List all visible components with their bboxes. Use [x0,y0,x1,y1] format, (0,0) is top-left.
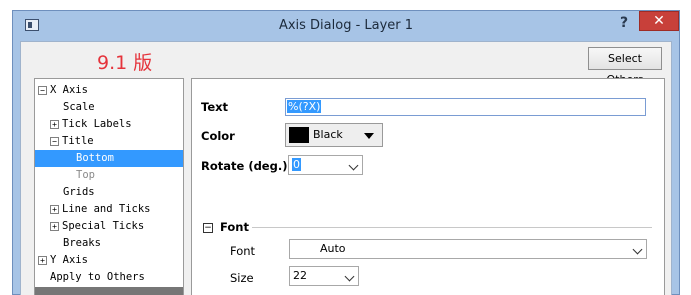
color-label: Color [201,129,235,143]
collapse-icon[interactable]: − [203,223,213,233]
tree-item-y-axis[interactable]: + Y Axis [38,252,88,269]
close-button[interactable]: ✕ [639,11,679,31]
tree-item-scale[interactable]: Scale [63,99,95,116]
chevron-down-icon [344,271,355,282]
size-dropdown[interactable]: 22 [289,266,359,286]
dialog-client-area: 9.1 版 Select Others −X Axis Scale +Tick … [20,41,672,295]
text-input-value: %(?X) [287,100,322,113]
tree-item-label: Top [76,169,95,181]
tree-item-breaks[interactable]: Breaks [63,235,101,252]
tree-item-grids[interactable]: Grids [63,184,95,201]
collapse-icon[interactable]: − [38,85,47,95]
axis-tree: − X Axis Scale + Tick Labels − Title Bottom… [34,78,184,295]
color-dropdown[interactable]: Black [285,123,383,147]
tree-item-label: Breaks [63,237,101,249]
axis-dialog-window: Axis Dialog - Layer 1 ? ✕ 9.1 版 Select O… [12,10,680,295]
tree-item-label: Y Axis [50,254,88,266]
rotate-label: Rotate (deg.) [201,159,288,173]
tree-item-x-axis[interactable]: − X Axis [38,82,88,99]
chevron-down-icon [348,160,359,171]
text-input[interactable]: %(?X) [285,98,646,116]
tree-item-label: Line and Ticks [62,203,151,215]
tree-item-label: Bottom [76,152,114,164]
chevron-down-icon [632,244,643,255]
font-section-title: Font [220,220,249,234]
tree-item-top[interactable]: Top [76,167,95,184]
section-divider [252,227,652,228]
rotate-value: 0 [292,158,301,171]
settings-panel: Text %(?X) Color Black Rotate (deg.) 0 −… [191,78,665,295]
expand-icon[interactable]: + [50,204,59,214]
select-others-button[interactable]: Select Others [588,47,662,86]
dropdown-arrow-icon [364,133,374,139]
title-bar[interactable]: Axis Dialog - Layer 1 ? ✕ [13,11,679,41]
window-title: Axis Dialog - Layer 1 [278,18,414,33]
version-label: 9.1 版 [97,52,153,74]
collapse-icon[interactable]: − [50,136,59,146]
color-value: Black [313,128,343,141]
tree-item-apply-to-others[interactable]: Apply to Others [50,269,145,286]
font-dropdown[interactable]: Auto [289,239,647,259]
tree-item-bottom[interactable]: Bottom [35,150,183,167]
tree-item-special-ticks[interactable]: + Special Ticks [50,218,144,235]
text-label: Text [201,100,229,114]
rotate-dropdown[interactable]: 0 [288,155,363,175]
expand-icon[interactable]: + [50,221,59,231]
expand-icon[interactable]: + [50,119,59,129]
tree-item-tick-labels[interactable]: + Tick Labels [50,116,132,133]
tree-item-line-and-ticks[interactable]: + Line and Ticks [50,201,151,218]
tree-item-label: Grids [63,186,95,198]
font-label: Font [230,244,256,258]
tree-item-label: X Axis [50,84,88,96]
tree-item-label: Apply to Others [50,271,145,283]
expand-icon[interactable]: + [38,255,47,265]
tree-item-label: Scale [63,101,95,113]
tree-scrollbar[interactable] [35,287,183,295]
tree-item-label: Tick Labels [62,118,132,130]
tree-item-label: Title [62,135,94,147]
tree-item-label: Special Ticks [62,220,145,232]
font-value: Auto [320,242,346,255]
color-swatch [289,127,309,143]
size-value: 22 [293,269,307,282]
size-label: Size [230,271,254,285]
help-button[interactable]: ? [615,14,633,32]
tree-item-title[interactable]: − Title [50,133,94,150]
